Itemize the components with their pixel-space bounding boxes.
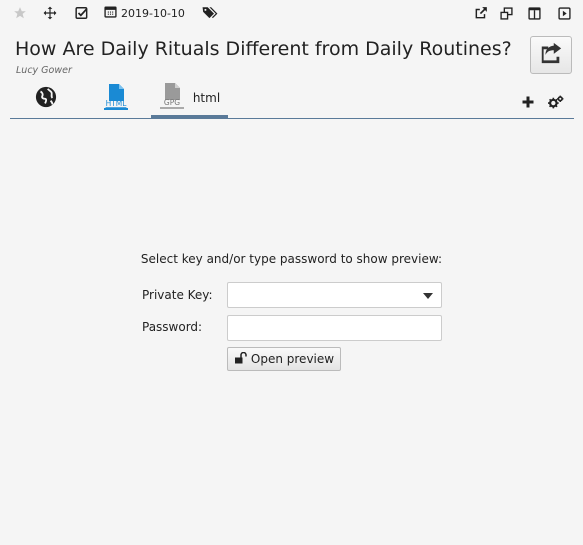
private-key-label: Private Key:: [142, 288, 213, 302]
tab-label: html: [192, 90, 221, 105]
share-button[interactable]: [530, 36, 572, 74]
view-tabs: HTML GPG html: [10, 80, 574, 119]
top-toolbar: 2019-10-10: [0, 0, 583, 26]
gpg-icon-text: GPG: [164, 98, 180, 107]
move-icon[interactable]: [42, 5, 58, 21]
calendar-icon: [104, 5, 117, 21]
share-icon: [538, 41, 564, 69]
html-file-icon: HTML: [103, 83, 129, 115]
tab-web-preview[interactable]: [28, 80, 64, 118]
preview-prompt: Select key and/or type password to show …: [140, 252, 443, 266]
external-link-icon[interactable]: [473, 5, 489, 21]
page-title: How Are Daily Rituals Different from Dai…: [15, 38, 512, 60]
date-text: 2019-10-10: [121, 6, 185, 20]
date-field[interactable]: 2019-10-10: [104, 5, 185, 21]
restore-window-icon[interactable]: [498, 5, 514, 21]
password-input[interactable]: [227, 315, 442, 341]
play-icon[interactable]: [556, 5, 572, 21]
private-key-select[interactable]: [227, 282, 442, 308]
add-icon[interactable]: [520, 94, 536, 110]
tags-icon[interactable]: [202, 5, 218, 21]
star-icon[interactable]: [12, 5, 28, 21]
unlock-icon: [234, 351, 247, 367]
open-preview-button[interactable]: Open preview: [227, 347, 341, 371]
password-label: Password:: [142, 320, 203, 334]
globe-icon: [35, 86, 57, 112]
chevron-down-icon: [423, 293, 433, 299]
app-root: 2019-10-10 How Are Daily Rituals Differe…: [0, 0, 583, 545]
author-name: Lucy Gower: [16, 65, 72, 76]
checkbox-icon[interactable]: [74, 5, 90, 21]
tab-html-source[interactable]: HTML: [98, 80, 134, 118]
gpg-file-icon: GPG: [159, 82, 185, 114]
tab-gpg-html[interactable]: GPG html: [151, 80, 228, 118]
settings-gears-icon[interactable]: [548, 94, 564, 110]
open-preview-label: Open preview: [250, 352, 335, 366]
split-view-icon[interactable]: [526, 5, 542, 21]
html-icon-text: HTML: [106, 99, 128, 108]
